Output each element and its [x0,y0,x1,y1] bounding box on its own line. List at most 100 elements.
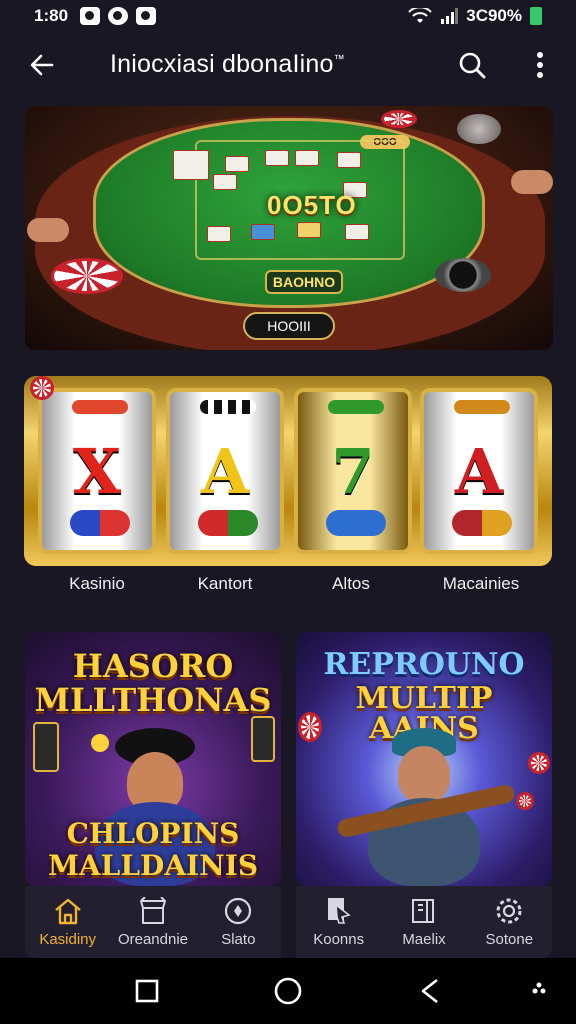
nav-item-sotone[interactable]: Sotone [467,886,552,958]
reel-symbol: A [454,434,504,508]
back-chevron-icon[interactable] [415,976,445,1006]
system-navigation-bar [0,958,576,1024]
chip-stack-icon [51,258,123,294]
card-icon [33,722,59,772]
card [225,156,249,172]
card [297,222,321,238]
status-time: 1:80 [34,6,69,25]
slot-reel-kasinio[interactable]: X [38,388,156,554]
coin-icon [91,734,109,752]
bottom-nav-right: Koonns Maelix Sotone [296,886,552,958]
more-options-button[interactable] [518,43,562,87]
status-bar: 1:80 3C90% [0,0,576,32]
accessibility-dots-icon[interactable] [530,976,548,1006]
reel-bottom-symbol [326,510,386,536]
slot-machine-panel: X A 7 A Kasinio Kantort Altos Macainies [22,376,552,610]
nav-item-kasidiny[interactable]: Kasidiny [25,886,110,958]
recents-icon[interactable] [132,976,162,1006]
reel-bottom-symbol [198,510,258,536]
chip-icon [30,376,54,400]
slot-label-macainies[interactable]: Macainies [416,574,546,594]
reel-top-symbol [328,400,384,414]
back-button[interactable] [20,43,64,87]
battery-text: 3C90% [466,6,522,25]
nav-label-slato: Slato [221,930,256,948]
gallery-icon [136,7,157,25]
search-button[interactable] [450,43,494,87]
promo-left-title-top: HASORO [72,647,234,685]
more-vertical-icon [537,52,543,78]
banner-button[interactable]: HOOIII [243,312,335,340]
card [295,150,319,166]
reel-symbol: X [72,434,122,508]
promo-left-title-mid: MLLTHONAS [34,681,272,719]
card [213,174,237,190]
slot-label-altos[interactable]: Altos [286,574,416,594]
nav-item-maelix[interactable]: Maelix [381,886,466,958]
card [345,224,369,240]
card-stack [173,150,209,180]
bottom-nav-left: Kasidiny Oreandnie Slato [25,886,281,958]
title-mark: ™ [333,53,345,66]
nav-item-slato[interactable]: Slato [196,886,281,958]
app-bar: Iniocxiasi dbonaIino™ [0,32,576,98]
slot-reel-altos[interactable]: 7 [294,388,412,554]
character-face [398,746,450,802]
reel-symbol: A [200,434,250,508]
store-icon [139,896,166,924]
slot-label-kantort[interactable]: Kantort [160,574,290,594]
felt-score: 0O5TO [267,190,357,220]
messenger-icon [108,7,129,25]
card [207,226,231,242]
hand-right [511,170,553,194]
nav-label-sotone: Sotone [485,930,534,948]
chip-icon [298,712,322,742]
slot-reel-macainies[interactable]: A [420,388,538,554]
docs-icon [327,897,351,924]
page-title: Iniocxiasi dbonaIino™ [110,50,345,79]
nav-item-oreandnie[interactable]: Oreandnie [110,886,195,958]
slot-labels: Kasinio Kantort Altos Macainies [22,574,552,604]
notification-icon [80,7,101,25]
home-icon [54,898,81,924]
nav-label-maelix: Maelix [402,930,446,948]
slot-label-kasinio[interactable]: Kasinio [32,574,162,594]
casino-table-banner[interactable]: OOO 0O5TO BAOHNO HOOIII [25,106,553,350]
chip-stack-icon [381,110,417,128]
chip-icon [528,752,550,774]
card [337,152,361,168]
card [265,150,289,166]
nav-item-koonns[interactable]: Koonns [296,886,381,958]
app-root: 1:80 3C90% Iniocxiasi dbonaIino™ OOO 0O5… [0,0,576,1024]
search-icon [459,52,486,79]
page-title-text: Iniocxiasi dbonaIino [110,50,334,78]
gear-icon [496,898,522,923]
signal-icon [441,8,459,24]
nav-label-oreandnie: Oreandnie [117,930,189,948]
battery-icon [530,7,542,25]
chip-tray [435,258,491,292]
reel-bottom-symbol [452,510,512,536]
nav-label-koonns: Koonns [313,930,365,948]
status-right: 3C90% [408,6,542,26]
hand-left [27,218,69,242]
card [251,224,275,240]
promo-left-title-bottom-1: CHLOPINS [66,817,240,850]
promo-card-left[interactable]: HASORO MLLTHONAS CHLOPINS MALLDAINIS [25,632,281,886]
chip-icon [516,792,534,810]
compass-icon [225,897,252,924]
card-icon [251,716,275,762]
reel-bottom-symbol [70,510,130,536]
promo-left-title-bottom-2: MALLDAINIS [47,849,259,882]
arrow-left-icon [30,54,54,76]
reel-top-symbol [454,400,510,414]
glass-icon [457,114,501,144]
reel-symbol: 7 [331,434,375,508]
reel-top-symbol [200,400,256,414]
nav-label-kasidiny: Kasidiny [39,930,97,948]
slot-reel-kantort[interactable]: A [166,388,284,554]
felt-sign: BAOHNO [265,270,343,294]
home-circle-icon[interactable] [273,976,303,1006]
promo-card-right[interactable]: REPROUNO MULTIP AAINS [296,632,552,886]
promo-right-title-top: REPROUNO [323,647,525,682]
